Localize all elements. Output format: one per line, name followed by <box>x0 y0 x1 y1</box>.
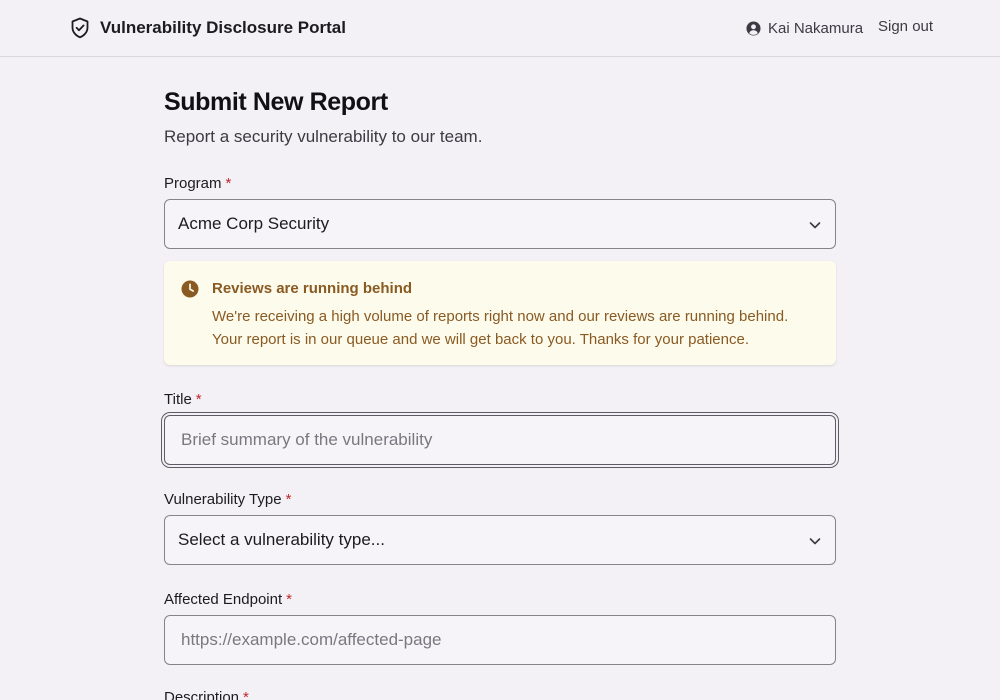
vulnerability-type-select[interactable]: Select a vulnerability type... <box>164 515 836 565</box>
notice-body: We're receiving a high volume of reports… <box>212 305 822 351</box>
chevron-down-icon <box>807 533 823 549</box>
affected-endpoint-label-text: Affected Endpoint <box>164 591 283 608</box>
notice-body-line: We're receiving a high volume of reports… <box>212 308 789 325</box>
affected-endpoint-input[interactable]: https://example.com/affected-page <box>164 615 836 665</box>
description-label-text: Description <box>164 689 240 700</box>
review-delay-notice: Reviews are running behind We're receivi… <box>164 261 836 365</box>
clock-icon <box>181 280 199 298</box>
user-circle-icon <box>746 20 761 36</box>
program-select[interactable]: Acme Corp Security <box>164 199 836 249</box>
app-title: Vulnerability Disclosure Portal <box>100 18 346 37</box>
description-label: Description * <box>164 689 249 700</box>
vulnerability-type-label-text: Vulnerability Type <box>164 491 282 508</box>
notice-body-line: Your report is in our queue and we will … <box>212 331 749 348</box>
vulnerability-type-select-value: Select a vulnerability type... <box>178 530 385 549</box>
affected-endpoint-placeholder: https://example.com/affected-page <box>181 630 442 649</box>
affected-endpoint-label: Affected Endpoint * <box>164 591 292 608</box>
page-subtitle: Report a security vulnerability to our t… <box>164 127 483 146</box>
vulnerability-type-label: Vulnerability Type * <box>164 491 291 508</box>
notice-title: Reviews are running behind <box>212 280 413 297</box>
required-marker: * <box>225 175 232 192</box>
program-label-text: Program <box>164 175 222 192</box>
title-label-text: Title <box>164 391 192 408</box>
title-input[interactable]: Brief summary of the vulnerability <box>164 415 836 465</box>
brand[interactable]: Vulnerability Disclosure Portal <box>68 16 346 40</box>
required-marker: * <box>286 591 292 608</box>
shield-check-icon <box>68 16 92 40</box>
required-marker: * <box>285 491 292 508</box>
user-menu[interactable]: Kai Nakamura <box>746 18 863 38</box>
page-title: Submit New Report <box>164 88 388 116</box>
top-navigation-bar: Vulnerability Disclosure Portal Kai Naka… <box>0 0 1000 57</box>
title-label: Title * <box>164 391 202 408</box>
title-input-placeholder: Brief summary of the vulnerability <box>181 430 433 449</box>
program-select-value: Acme Corp Security <box>178 214 330 233</box>
user-name: Kai Nakamura <box>768 19 864 37</box>
chevron-down-icon <box>807 217 823 233</box>
required-marker: * <box>195 391 202 408</box>
sign-out-link[interactable]: Sign out <box>878 18 933 35</box>
program-label: Program * <box>164 175 231 192</box>
required-marker: * <box>243 689 249 700</box>
